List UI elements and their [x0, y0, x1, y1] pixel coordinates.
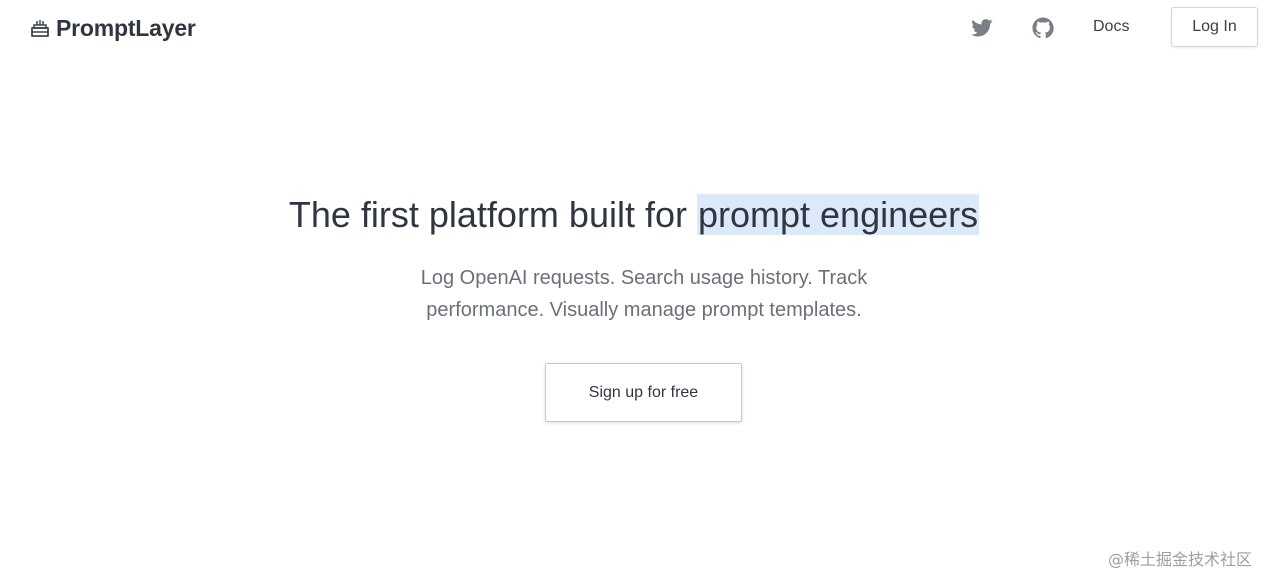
hero-title-text: The first platform built for [288, 194, 697, 235]
hero-title: The first platform built for prompt engi… [0, 193, 1268, 237]
github-icon [1032, 17, 1054, 39]
hero-subtitle: Log OpenAI requests. Search usage histor… [420, 267, 868, 321]
landing-page: PromptLayer Docs Log In The first platfo… [0, 0, 1268, 582]
github-link[interactable] [1031, 16, 1055, 40]
twitter-icon [971, 19, 993, 37]
login-button[interactable]: Log In [1171, 7, 1258, 47]
watermark: @稀土掘金技术社区 [1107, 550, 1252, 569]
docs-link[interactable]: Docs [1093, 18, 1129, 36]
twitter-link[interactable] [970, 16, 994, 40]
signup-button[interactable]: Sign up for free [545, 363, 742, 422]
brand-logo-link[interactable]: PromptLayer [30, 13, 196, 43]
hero-title-highlight: prompt engineers [696, 194, 980, 235]
cake-icon [30, 18, 50, 38]
brand-name: PromptLayer [56, 14, 196, 41]
